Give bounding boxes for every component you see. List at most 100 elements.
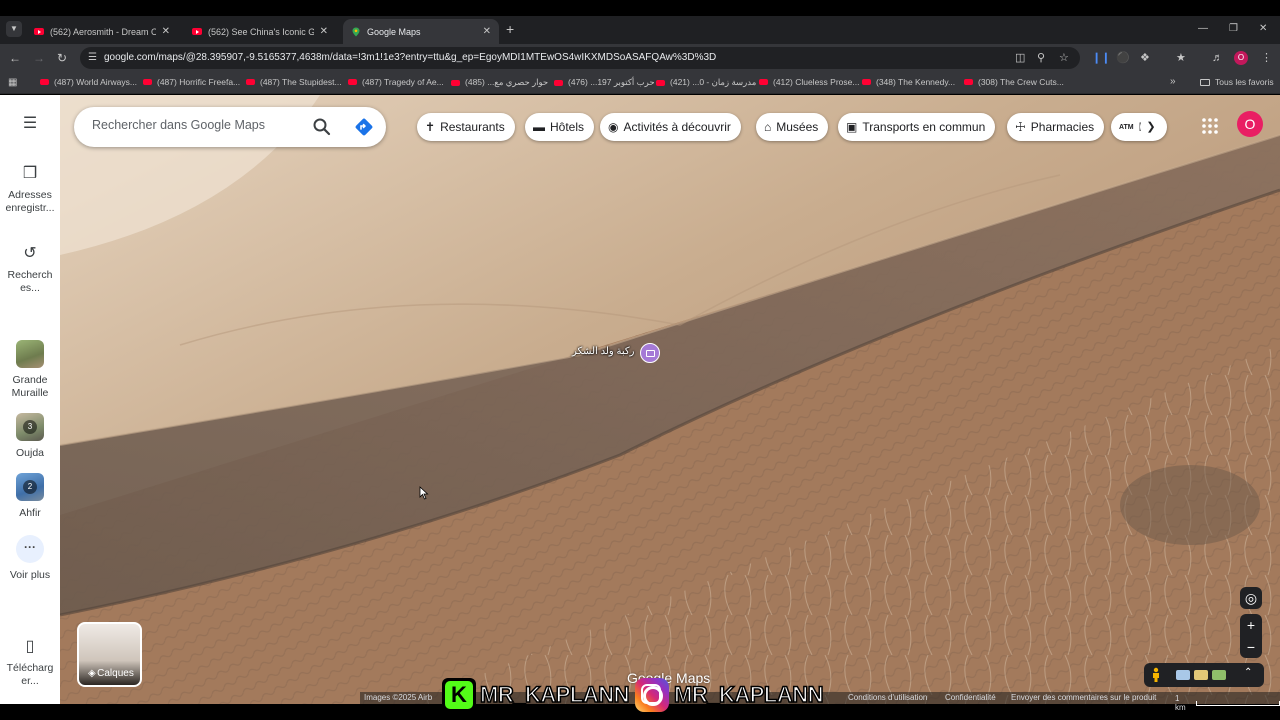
more-dots-icon: ···	[16, 535, 44, 563]
search-input[interactable]	[92, 118, 292, 132]
saved-places-button[interactable]: ❒ Adresses enregistr...	[0, 165, 60, 215]
scale-bar[interactable]: 1 km	[1175, 694, 1280, 712]
chip-pharmacies[interactable]: ☩ Pharmacies	[1007, 113, 1105, 141]
profile-avatar[interactable]: O	[1234, 51, 1248, 65]
zoom-out-button[interactable]: −	[1240, 636, 1262, 658]
bookmark-item[interactable]: (412) Clueless Prose...	[759, 77, 859, 87]
terrain-thumbnail[interactable]	[1194, 670, 1208, 680]
map-type-thumbnail[interactable]	[1176, 670, 1190, 680]
satellite-map[interactable]	[60, 95, 1280, 704]
tab-china-wall[interactable]: (562) See China's Iconic Great W ✕	[184, 19, 336, 44]
menu-button[interactable]: ☰	[0, 115, 60, 139]
extension-icon[interactable]: ❙❙	[1092, 50, 1110, 66]
bookmark-item[interactable]: (308) The Crew Cuts...	[964, 77, 1064, 87]
youtube-icon	[451, 79, 460, 86]
place-label[interactable]: ركبة ولد الشكر	[572, 346, 634, 357]
address-bar[interactable]: ☰ google.com/maps/@28.395907,-9.5165377,…	[80, 47, 1080, 69]
menu-icon[interactable]: ⋮	[1261, 50, 1272, 66]
pharmacy-icon: ☩	[1015, 120, 1026, 134]
tab-aerosmith[interactable]: (562) Aerosmith - Dream On (A ✕	[26, 19, 178, 44]
bookmark-item[interactable]: (487) Tragedy of Ae...	[348, 77, 444, 87]
google-apps-icon[interactable]	[1200, 116, 1220, 136]
bookmarks-icon[interactable]: ★	[1176, 50, 1186, 66]
chip-museums[interactable]: ⌂ Musées	[756, 113, 829, 141]
close-window-icon[interactable]: ✕	[1259, 21, 1267, 37]
youtube-icon	[40, 79, 49, 85]
bookmark-item[interactable]: (487) The Stupidest...	[246, 77, 342, 87]
apps-icon[interactable]: ▦	[8, 77, 17, 88]
all-bookmarks-folder[interactable]: Tous les favoris	[1200, 77, 1274, 87]
bookmark-item[interactable]: مدرسة زمان - 0... (421)	[656, 77, 756, 88]
terms-link[interactable]: Conditions d'utilisation	[848, 693, 927, 702]
bookmark-item[interactable]: (487) Horrific Freefa...	[143, 77, 240, 87]
forward-icon[interactable]: →	[33, 50, 45, 66]
youtube-icon	[656, 79, 665, 86]
chip-restaurants[interactable]: ✝ Restaurants	[417, 113, 515, 141]
zoom-in-button[interactable]: +	[1240, 614, 1262, 636]
chip-transit[interactable]: ▣ Transports en commun	[838, 113, 996, 141]
new-tab-button[interactable]: +	[506, 21, 514, 37]
chip-hotels[interactable]: ▬ Hôtels	[525, 113, 595, 141]
youtube-icon	[554, 79, 563, 86]
bookmark-star-icon[interactable]: ☆	[1059, 51, 1069, 65]
recent-place-grande-muraille[interactable]: Grande Muraille	[0, 340, 60, 400]
satellite-imagery	[60, 95, 1280, 704]
layers-button[interactable]: ◈ Calques	[77, 622, 142, 687]
maps-pin-icon	[352, 27, 360, 36]
chevron-right-icon[interactable]: ❯	[1140, 116, 1162, 138]
camera-place-icon[interactable]	[640, 343, 660, 363]
bookmark-label: (487) Tragedy of Ae...	[362, 77, 444, 87]
recent-place-label: Oujda	[15, 447, 45, 459]
search-icon[interactable]	[312, 117, 332, 137]
download-app-button[interactable]: ▯ Télécharg er...	[0, 638, 60, 688]
zoom-icon[interactable]: ⚲	[1037, 51, 1045, 65]
extensions-puzzle-icon[interactable]: ❖	[1140, 50, 1150, 66]
bookmark-item[interactable]: (487) World Airways...	[40, 77, 137, 87]
close-icon[interactable]: ✕	[483, 26, 491, 37]
close-icon[interactable]: ✕	[162, 26, 170, 37]
museum-icon: ⌂	[764, 120, 772, 134]
youtube-icon	[143, 79, 152, 85]
chip-label: Musées	[776, 120, 819, 134]
directions-icon[interactable]	[354, 117, 374, 137]
bookmark-item[interactable]: حوار حصري مع... (485)	[451, 77, 548, 88]
my-location-icon[interactable]: ◎	[1240, 587, 1262, 609]
restore-icon[interactable]: ❐	[1229, 21, 1238, 37]
bookmark-label: مدرسة زمان - 0... (421)	[670, 77, 757, 87]
close-icon[interactable]: ✕	[320, 26, 328, 37]
satellite-thumbnail[interactable]	[1212, 670, 1226, 680]
fork-knife-icon: ✝	[425, 120, 436, 134]
minimize-icon[interactable]: —	[1198, 21, 1208, 37]
see-more-button[interactable]: ··· Voir plus	[0, 535, 60, 582]
back-icon[interactable]: ←	[9, 50, 21, 66]
reload-icon[interactable]: ↻	[57, 50, 67, 66]
tab-google-maps[interactable]: Google Maps ✕	[343, 19, 499, 44]
bookmark-item[interactable]: (348) The Kennedy...	[862, 77, 955, 87]
account-avatar[interactable]: O	[1237, 111, 1263, 137]
mouse-cursor	[419, 486, 429, 500]
install-app-icon[interactable]: ◫	[1015, 51, 1025, 65]
chip-label: Activités à découvrir	[623, 120, 731, 134]
media-icon[interactable]: ♬	[1212, 50, 1223, 66]
recents-button[interactable]: ↺ Recherch es...	[0, 245, 60, 295]
chevron-up-icon[interactable]: ⌃	[1244, 667, 1252, 678]
scale-line	[1195, 700, 1280, 706]
feedback-link[interactable]: Envoyer des commentaires sur le produit	[1011, 693, 1156, 702]
pegman-icon[interactable]	[1150, 667, 1162, 683]
site-info-icon[interactable]: ☰	[88, 52, 97, 64]
bookmark-label: (308) The Crew Cuts...	[978, 77, 1064, 87]
watermark-handle: MR_KAPLANN	[673, 681, 824, 708]
extension-shield-icon[interactable]: ⚫	[1116, 50, 1130, 66]
recent-place-ahfir[interactable]: 2 Ahfir	[0, 473, 60, 520]
url-text[interactable]: google.com/maps/@28.395907,-9.5165377,46…	[104, 52, 716, 64]
privacy-link[interactable]: Confidentialité	[945, 693, 996, 702]
more-bookmarks-icon[interactable]: »	[1170, 76, 1176, 87]
tab-search-button[interactable]: ▼	[6, 21, 22, 37]
recent-place-oujda[interactable]: 3 Oujda	[0, 413, 60, 460]
recent-place-label: Ahfir	[19, 507, 41, 519]
bookmark-label: حرب أكتوبر 197... (476)	[568, 77, 655, 87]
maps-side-rail: ☰ ❒ Adresses enregistr... ↺ Recherch es.…	[0, 95, 60, 704]
chip-things-to-do[interactable]: ◉ Activités à découvrir	[600, 113, 741, 141]
youtube-icon	[192, 28, 202, 35]
bookmark-item[interactable]: حرب أكتوبر 197... (476)	[554, 77, 655, 88]
